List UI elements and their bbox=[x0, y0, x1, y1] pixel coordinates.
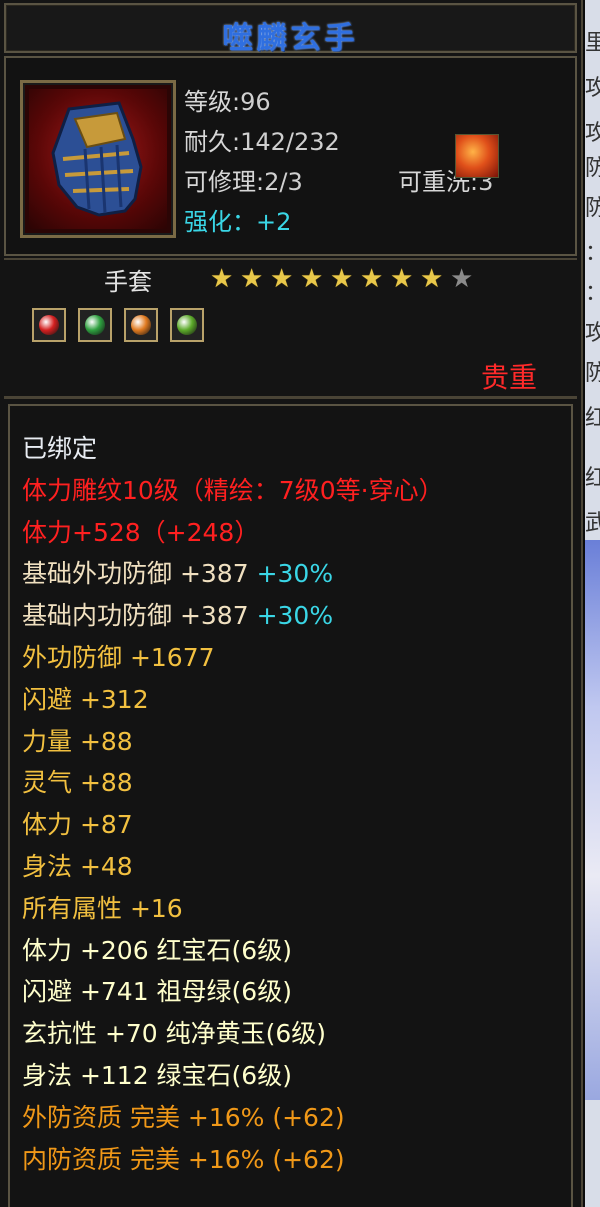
star-filled-icon: ★ bbox=[420, 264, 444, 294]
strength-line: 力量 +88 bbox=[22, 726, 133, 756]
gem-attr-line: 闪避 +741 祖母绿(6级) bbox=[22, 977, 292, 1007]
enhance-stat: 强化：+2 bbox=[184, 208, 292, 236]
background-text: 武 bbox=[585, 511, 600, 536]
repair-stat: 可修理:2/3 bbox=[184, 168, 303, 196]
divider bbox=[4, 396, 577, 399]
flame-skill-icon[interactable] bbox=[455, 134, 499, 178]
stamina-line: 体力 +87 bbox=[22, 810, 133, 840]
item-icon-frame[interactable] bbox=[20, 80, 176, 238]
engrave-line: 体力雕纹10级（精绘：7级0等·穿心） bbox=[22, 475, 444, 505]
attribute-box: 已绑定 体力雕纹10级（精绘：7级0等·穿心） 体力+528（+248） 基础外… bbox=[8, 404, 573, 1207]
background-text: 红 bbox=[585, 406, 600, 431]
gauntlet-icon bbox=[29, 89, 167, 229]
agility-line: 身法 +48 bbox=[22, 851, 133, 881]
item-info-box: 等级:96 耐久:142/232 可修理:2/3 可重洗:3 强化：+2 bbox=[4, 56, 577, 256]
all-attr-line: 所有属性 +16 bbox=[22, 893, 183, 923]
gem-attr-line: 身法 +112 绿宝石(6级) bbox=[22, 1060, 292, 1090]
item-tooltip: 噬麟玄手 等级:96 耐久:142/232 可修理:2/3 可重洗:3 强化：+… bbox=[0, 0, 583, 1207]
gem-attr-line: 玄抗性 +70 纯净黄玉(6级) bbox=[22, 1019, 327, 1049]
base-ext-def-line: 基础外功防御 +387 +30% bbox=[22, 559, 334, 589]
star-rating: ★ ★ ★ ★ ★ ★ ★ ★ ★ bbox=[210, 266, 476, 292]
star-filled-icon: ★ bbox=[360, 264, 384, 294]
background-window-edge: 里攻攻防防：：攻防红红武 bbox=[585, 0, 600, 1207]
star-empty-icon: ★ bbox=[450, 264, 474, 294]
dodge-line: 闪避 +312 bbox=[22, 684, 149, 714]
star-filled-icon: ★ bbox=[210, 264, 234, 294]
background-text: 防 bbox=[585, 156, 600, 181]
base-int-def-line: 基础内功防御 +387 +30% bbox=[22, 601, 334, 631]
background-text: 里 bbox=[585, 31, 600, 56]
star-filled-icon: ★ bbox=[270, 264, 294, 294]
background-text: 攻 bbox=[585, 76, 600, 101]
item-type: 手套 bbox=[104, 268, 152, 296]
divider bbox=[4, 258, 577, 260]
background-text: 红 bbox=[585, 466, 600, 491]
ext-def-line: 外功防御 +1677 bbox=[22, 642, 215, 672]
background-image bbox=[585, 540, 600, 1100]
quality-line: 内防资质 完美 +16% (+62) bbox=[22, 1144, 345, 1174]
yellow-gem-icon[interactable] bbox=[124, 308, 158, 342]
background-text: 防 bbox=[585, 196, 600, 221]
background-text: 攻 bbox=[585, 321, 600, 346]
gem-slots bbox=[32, 308, 204, 342]
title-bar: 噬麟玄手 bbox=[4, 3, 577, 56]
background-text: ： bbox=[585, 275, 600, 307]
star-filled-icon: ★ bbox=[390, 264, 414, 294]
background-text: 防 bbox=[585, 361, 600, 386]
durability-stat: 耐久:142/232 bbox=[184, 128, 340, 156]
rarity-label: 贵重 bbox=[480, 361, 537, 394]
red-gem-icon[interactable] bbox=[32, 308, 66, 342]
stamina-bonus-line: 体力+528（+248） bbox=[22, 517, 260, 547]
gem-attr-line: 体力 +206 红宝石(6级) bbox=[22, 935, 292, 965]
spirit-line: 灵气 +88 bbox=[22, 768, 133, 798]
star-filled-icon: ★ bbox=[330, 264, 354, 294]
background-text: ： bbox=[585, 235, 600, 267]
star-filled-icon: ★ bbox=[240, 264, 264, 294]
background-text: 攻 bbox=[585, 121, 600, 146]
bound-status: 已绑定 bbox=[22, 434, 98, 463]
item-name: 噬麟玄手 bbox=[222, 21, 359, 56]
quality-line: 外防资质 完美 +16% (+62) bbox=[22, 1102, 345, 1132]
level-stat: 等级:96 bbox=[184, 88, 271, 116]
green-gem-icon[interactable] bbox=[78, 308, 112, 342]
star-filled-icon: ★ bbox=[300, 264, 324, 294]
jade-gem-icon[interactable] bbox=[170, 308, 204, 342]
